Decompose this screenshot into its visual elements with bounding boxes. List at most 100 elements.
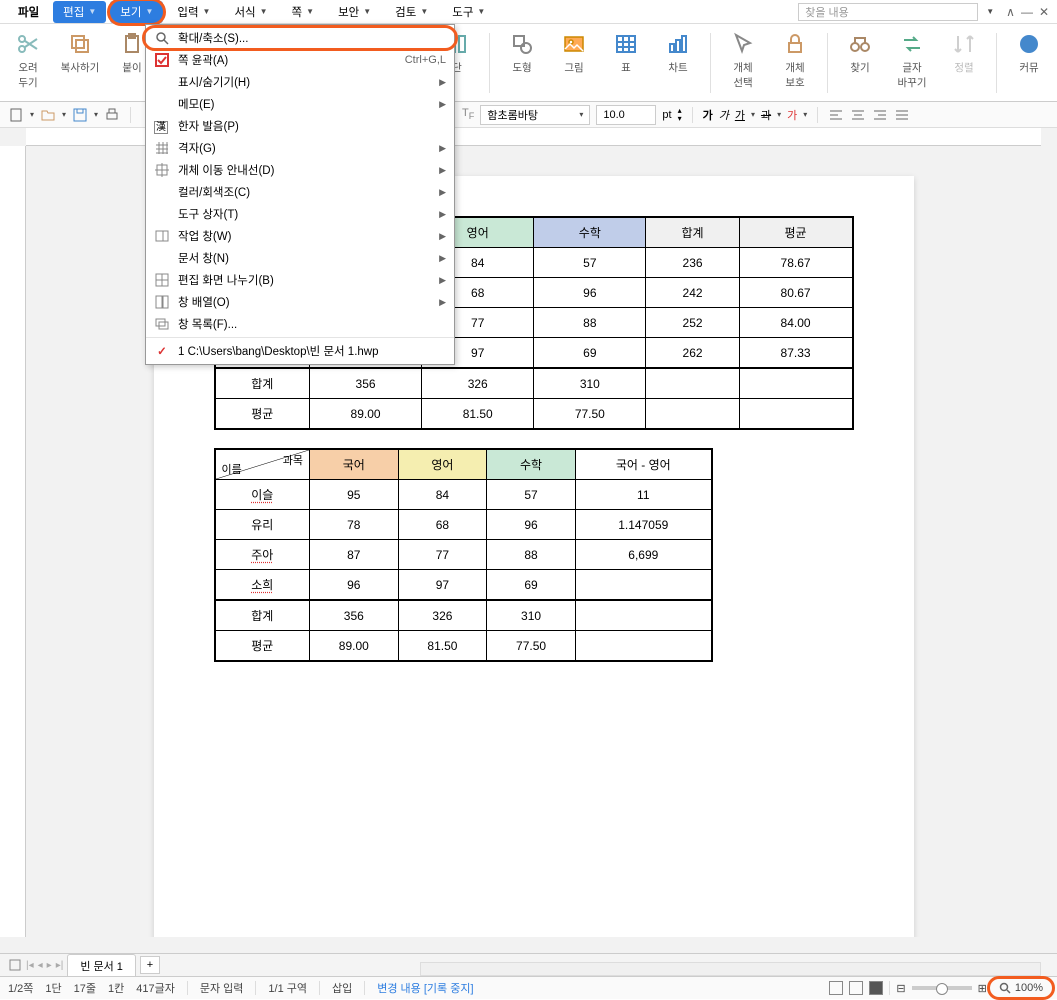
ribbon-label: 표 [621,60,631,75]
align-left-icon[interactable] [828,107,844,123]
menu-item[interactable]: 창 배열(O)▶ [146,291,454,313]
select-object-button[interactable]: 개체 선택 [723,28,763,90]
copy-icon [68,32,92,56]
menu-item[interactable]: 격자(G)▶ [146,137,454,159]
picture-icon [562,32,586,56]
align-right-icon[interactable] [872,107,888,123]
align-center-icon[interactable] [850,107,866,123]
menu-page[interactable]: 쪽▼ [282,1,325,23]
menu-item-label: 편집 화면 나누기(B) [178,272,431,288]
menu-item[interactable]: 漢 한자 발음(P) [146,115,454,137]
zoom-slider[interactable] [912,986,972,990]
menu-label: 도구 [452,4,473,20]
menu-item[interactable]: 컬러/회색조(C)▶ [146,181,454,203]
menu-item[interactable]: 창 목록(F)... [146,313,454,335]
cut-button[interactable]: 오려 두기 [8,28,48,90]
zoom-in-button[interactable]: ⊞ [978,982,987,995]
scores-table-2[interactable]: 과목이름국어영어수학국어 - 영어이슬95845711유리7868961.147… [214,448,713,662]
font-color-button[interactable]: 가 [787,107,797,123]
shape-button[interactable]: 도형 [502,28,542,75]
add-tab-button[interactable]: + [140,956,160,974]
search-input[interactable]: 찾을 내용 [798,3,978,21]
underline-button[interactable]: 가 [735,107,745,123]
submenu-arrow-icon: ▶ [439,143,446,154]
menu-item[interactable]: 확대/축소(S)... [146,27,454,49]
tab-nav[interactable]: |◂◂▸▸| [26,960,63,971]
align-justify-icon[interactable] [894,107,910,123]
zoom-percent-button[interactable]: 100% [993,980,1049,996]
community-button[interactable]: 커뮤 [1009,28,1049,75]
new-icon[interactable] [8,107,24,123]
row-header: 합계 [215,600,310,631]
vertical-ruler[interactable] [0,146,26,937]
menu-item[interactable]: 도구 상자(T)▶ [146,203,454,225]
menu-item[interactable]: 표시/숨기기(H)▶ [146,71,454,93]
menu-item[interactable]: 편집 화면 나누기(B)▶ [146,269,454,291]
menu-input[interactable]: 입력▼ [167,1,220,23]
shortcut-label: Ctrl+G,L [405,54,446,66]
menu-file[interactable]: 파일 [8,1,49,23]
strike-button[interactable]: 과 [761,107,771,123]
spinner-icon[interactable]: ▴▾ [678,107,682,123]
menu-item[interactable]: 메모(E)▶ [146,93,454,115]
find-button[interactable]: 찾기 [840,28,880,75]
view-mode-1-icon[interactable] [829,981,843,995]
zoom-value: 100% [1015,982,1043,994]
menu-item[interactable]: 작업 창(W)▶ [146,225,454,247]
horizontal-scrollbar[interactable] [420,962,1041,976]
protect-object-button[interactable]: 개체 보호 [775,28,815,90]
zoom-controls: ⊟ ⊞ 100% [829,980,1049,996]
status-track-changes[interactable]: 변경 내용 [기록 중지] [377,980,473,996]
menu-item[interactable]: 문서 창(N)▶ [146,247,454,269]
view-mode-2-icon[interactable] [849,981,863,995]
row-header: 평균 [215,399,310,430]
blank-icon [154,250,170,266]
menu-tools[interactable]: 도구▼ [442,1,495,23]
column-header: 수학 [534,217,646,248]
grid-icon [154,140,170,156]
menu-item[interactable]: 개체 이동 안내선(D)▶ [146,159,454,181]
menu-security[interactable]: 보안▼ [328,1,381,23]
minimize-icon[interactable]: — [1021,5,1033,19]
italic-button[interactable]: 가 [719,107,729,123]
open-icon[interactable] [40,107,56,123]
document-tab[interactable]: 빈 문서 1 [67,954,136,977]
guide-icon [154,162,170,178]
table-cell: 77.50 [487,631,576,662]
picture-button[interactable]: 그림 [554,28,594,75]
hanja-icon: 漢 [154,118,170,134]
table-button[interactable]: 표 [606,28,646,75]
table-cell: 88 [487,540,576,570]
menu-view[interactable]: 보기▼ [110,1,163,23]
submenu-arrow-icon: ▶ [439,99,446,110]
zoom-out-button[interactable]: ⊟ [896,982,905,995]
column-header: 평균 [739,217,852,248]
submenu-arrow-icon: ▶ [439,77,446,88]
table-cell: 326 [398,600,487,631]
sort-button[interactable]: 정렬 [944,28,984,75]
close-icon[interactable]: ✕ [1039,5,1049,19]
menu-item-label: 한자 발음(P) [178,118,446,134]
chart-button[interactable]: 차트 [658,28,698,75]
font-select[interactable]: 함초롬바탕▾ [480,105,590,125]
status-chars: 417글자 [136,980,175,996]
menu-format[interactable]: 서식▼ [224,1,277,23]
replace-button[interactable]: 글자 바꾸기 [892,28,932,90]
menu-item[interactable]: ✓1 C:\Users\bang\Desktop\빈 문서 1.hwp [146,340,454,362]
print-icon[interactable] [104,107,120,123]
view-mode-3-icon[interactable] [869,981,883,995]
menu-item[interactable]: 쪽 윤곽(A)Ctrl+G,L [146,49,454,71]
row-header: 주아 [215,540,310,570]
row-header: 합계 [215,368,310,399]
menu-edit[interactable]: 편집▼ [53,1,106,23]
expand-icon[interactable]: ∧ [1006,5,1015,19]
menu-review[interactable]: 검토▼ [385,1,438,23]
bold-button[interactable]: 가 [703,107,713,123]
tab-menu-icon[interactable] [8,958,22,972]
table-cell: 89.00 [310,399,422,430]
blank-icon [154,206,170,222]
copy-button[interactable]: 복사하기 [60,28,100,75]
save-icon[interactable] [72,107,88,123]
table-cell: 69 [534,338,646,369]
font-size-select[interactable]: 10.0 [596,105,656,125]
